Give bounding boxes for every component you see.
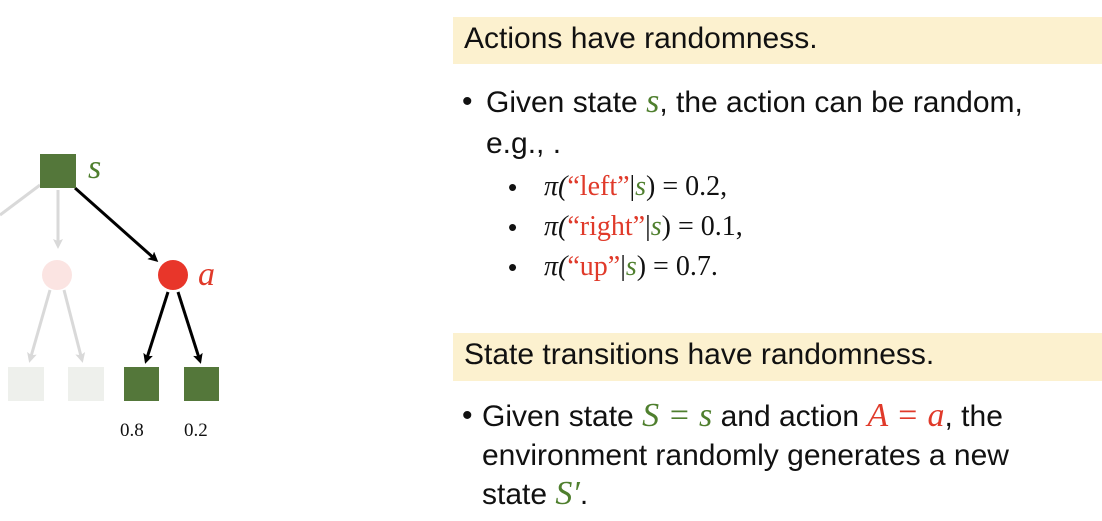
actions-heading-callout: Actions have randomness. (453, 17, 1102, 64)
transitions-bullet-line1: Given state S = s and action A = a, the (482, 396, 1003, 437)
state-node-s (40, 154, 76, 188)
probability-value: ) = 0.1, (661, 211, 743, 242)
next-state-node-1 (124, 367, 159, 401)
action-name-up: “up” (567, 251, 621, 282)
faded-next-state-2 (68, 367, 104, 401)
policy-expression-up: π(“up”|s) = 0.7. (544, 250, 718, 284)
next-state-var: S′ (555, 475, 580, 512)
state-var-s: s (646, 83, 660, 120)
probability-value: ) = 0.7. (636, 251, 718, 282)
edge-faded-action-to-left-state (27, 289, 52, 363)
faded-next-state-1 (8, 367, 44, 401)
transitions-heading: State transitions have randomness. (464, 338, 935, 371)
edge-s-to-left-offscreen (0, 183, 41, 217)
edge-a-to-state-1 (143, 291, 170, 364)
edge-a-to-state-2 (176, 291, 203, 364)
edge-s-to-a (74, 186, 159, 262)
pi-symbol: π( (544, 251, 568, 282)
probability-label-2: 0.2 (184, 420, 208, 441)
policy-expression-left: π(“left”|s) = 0.2, (544, 170, 727, 204)
action-equation: A = a (867, 397, 945, 434)
line3-prefix: state (482, 478, 556, 511)
line2-text: environment randomly generates a new (482, 439, 1009, 472)
policy-expression-right: π(“right”|s) = 0.1, (544, 210, 743, 244)
sub-bullet-dot: • (508, 172, 518, 202)
actions-heading: Actions have randomness. (464, 22, 818, 55)
bullet-suffix-text: , the action can be random, (659, 86, 1023, 119)
action-name-left: “left” (567, 171, 630, 202)
line3-suffix: . (579, 478, 589, 511)
state-var: s (650, 211, 662, 242)
state-label-s: s (88, 149, 101, 186)
line1-prefix: Given state (482, 400, 643, 433)
actions-bullet-line1: Given state s, the action can be random, (486, 82, 1023, 123)
bullet-dot: • (462, 85, 473, 118)
transitions-bullet-line2: environment randomly generates a new (482, 436, 1009, 476)
action-name-right: “right” (567, 211, 646, 242)
tree-svg: s a (0, 149, 219, 401)
state-var: s (635, 171, 647, 202)
action-node-a (158, 260, 188, 290)
state-equation: S = s (642, 397, 713, 434)
state-var: s (625, 251, 637, 282)
pi-symbol: π( (544, 211, 568, 242)
sub-bullet-dot: • (508, 252, 518, 282)
probability-label-1: 0.8 (120, 420, 144, 441)
state-action-tree-diagram: s a 0.8 0.2 (0, 0, 420, 516)
probability-value: ) = 0.2, (646, 171, 728, 202)
line1-suffix: , the (944, 400, 1003, 433)
action-label-a: a (198, 256, 215, 293)
sub-bullet-dot: • (508, 212, 518, 242)
transitions-bullet-line3: state S′. (482, 474, 588, 515)
eg-text: e.g., . (486, 127, 562, 160)
faded-action-node (42, 260, 72, 290)
actions-bullet-line2: e.g., . (486, 124, 561, 164)
pi-symbol: π( (544, 171, 568, 202)
line1-mid: and action (712, 400, 868, 433)
bullet-prefix-text: Given state (486, 86, 647, 119)
next-state-node-2 (184, 367, 219, 401)
edge-faded-action-to-right-state (62, 289, 86, 363)
bullet-dot: • (462, 399, 473, 432)
transitions-heading-callout: State transitions have randomness. (453, 333, 1102, 381)
